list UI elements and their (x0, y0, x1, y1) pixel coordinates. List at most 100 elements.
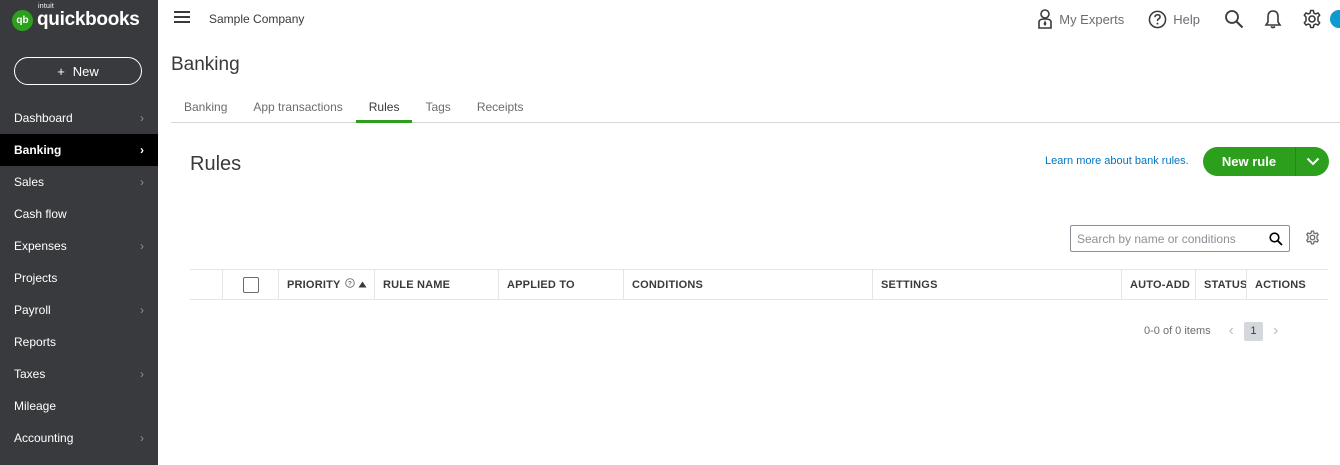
company-name: Sample Company (209, 12, 305, 26)
chevron-right-icon: › (140, 175, 144, 189)
column-header-priority[interactable]: PRIORITY? (278, 270, 374, 299)
gear-icon (1303, 9, 1321, 29)
avatar[interactable] (1330, 10, 1340, 28)
page-title: Banking (171, 54, 240, 75)
sidebar-item-label: Sales (14, 175, 45, 189)
quickbooks-logo-icon: qb (12, 9, 33, 31)
search-button[interactable] (1224, 9, 1244, 29)
rules-search (1070, 225, 1290, 252)
svg-text:?: ? (347, 280, 351, 287)
sidebar-item-label: Projects (14, 271, 58, 285)
sidebar-item-label: Expenses (14, 239, 67, 253)
quickbooks-logo[interactable]: qb intuit quickbooks (12, 3, 140, 32)
sidebar-nav: Dashboard › Banking › Sales › Cash flow Expense… (0, 102, 158, 454)
column-header-status[interactable]: STATUS (1195, 270, 1248, 299)
column-header-auto-add[interactable]: AUTO-ADD (1121, 270, 1195, 299)
new-button[interactable]: + New (14, 57, 142, 85)
search-input[interactable] (1077, 231, 1262, 246)
chevron-right-icon[interactable]: › (1273, 322, 1278, 340)
sidebar-item-reports[interactable]: Reports (0, 326, 158, 358)
column-header-applied-to[interactable]: APPLIED TO (498, 270, 623, 299)
banking-tabs: Banking App transactions Rules Tags Receipts (171, 94, 1340, 123)
brand-name: quickbooks (37, 9, 140, 30)
info-icon[interactable]: ? (341, 278, 355, 291)
chevron-down-icon (1306, 157, 1319, 166)
help-label: Help (1173, 11, 1200, 27)
sort-ascending-icon (355, 279, 367, 291)
chevron-right-icon: › (140, 111, 144, 125)
settings-button[interactable] (1302, 9, 1322, 29)
new-rule-split-button: New rule (1203, 147, 1329, 176)
chevron-right-icon: › (140, 367, 144, 381)
chevron-right-icon: › (140, 143, 144, 157)
column-header-rule-name[interactable]: RULE NAME (374, 270, 498, 299)
search-icon[interactable] (1269, 231, 1283, 246)
column-header-conditions[interactable]: CONDITIONS (623, 270, 872, 299)
learn-more-link[interactable]: Learn more about bank rules. (1045, 155, 1189, 167)
tab-tags[interactable]: Tags (412, 94, 463, 122)
column-header-label: STATUS (1204, 278, 1248, 291)
tab-receipts[interactable]: Receipts (464, 94, 537, 122)
sidebar-item-label: Taxes (14, 367, 46, 381)
column-header-label: APPLIED TO (507, 278, 575, 291)
chevron-right-icon: › (140, 303, 144, 317)
bell-icon (1264, 10, 1282, 29)
drag-column (190, 270, 222, 299)
column-header-label: PRIORITY (287, 278, 341, 291)
new-rule-dropdown[interactable] (1296, 157, 1329, 166)
new-rule-button[interactable]: New rule (1203, 154, 1295, 169)
sidebar-item-dashboard[interactable]: Dashboard › (0, 102, 158, 134)
sidebar-item-taxes[interactable]: Taxes › (0, 358, 158, 390)
rules-table-header: PRIORITY? RULE NAME APPLIED TO CONDITIONS SE… (190, 269, 1328, 300)
tab-app-transactions[interactable]: App transactions (240, 94, 355, 122)
pagination: 0-0 of 0 items ‹ 1 › (1144, 320, 1278, 342)
column-header-label: SETTINGS (881, 278, 938, 291)
chevron-right-icon: › (140, 431, 144, 445)
help-button[interactable]: Help (1148, 10, 1200, 29)
column-header-actions[interactable]: ACTIONS (1246, 270, 1328, 299)
gear-icon (1306, 230, 1319, 245)
sidebar-item-accounting[interactable]: Accounting › (0, 422, 158, 454)
sidebar-item-projects[interactable]: Projects (0, 262, 158, 294)
sidebar-item-payroll[interactable]: Payroll › (0, 294, 158, 326)
chevron-left-icon[interactable]: ‹ (1229, 322, 1234, 340)
sidebar-item-label: Accounting (14, 431, 74, 445)
column-header-label: CONDITIONS (632, 278, 704, 291)
sidebar-item-cash-flow[interactable]: Cash flow (0, 198, 158, 230)
tab-banking[interactable]: Banking (171, 94, 240, 122)
sidebar-item-label: Cash flow (14, 207, 67, 221)
new-button-label: New (72, 63, 99, 79)
select-all-checkbox[interactable] (243, 276, 259, 293)
my-experts-button[interactable]: My Experts (1037, 9, 1124, 29)
hamburger-menu-icon[interactable] (174, 11, 190, 23)
sidebar-item-label: Reports (14, 335, 57, 349)
sidebar-item-expenses[interactable]: Expenses › (0, 230, 158, 262)
top-bar: Sample Company My Experts Help (158, 0, 1340, 38)
sidebar-item-label: Payroll (14, 303, 51, 317)
plus-icon: + (57, 63, 65, 79)
sidebar-item-label: Mileage (14, 399, 57, 413)
sidebar-item-label: Banking (14, 143, 62, 157)
my-experts-label: My Experts (1059, 11, 1125, 27)
column-header-settings[interactable]: SETTINGS (872, 270, 1121, 299)
sidebar: qb intuit quickbooks + New Dashboard › Ban… (0, 0, 158, 465)
search-icon (1225, 10, 1244, 29)
expert-person-icon (1038, 9, 1053, 29)
rules-title: Rules (190, 153, 242, 175)
column-header-label: AUTO-ADD (1130, 278, 1191, 291)
pagination-count: 0-0 of 0 items (1144, 325, 1211, 337)
notifications-button[interactable] (1264, 9, 1282, 29)
sidebar-item-sales[interactable]: Sales › (0, 166, 158, 198)
column-header-label: ACTIONS (1255, 278, 1306, 291)
table-settings-button[interactable] (1305, 230, 1320, 250)
tab-rules[interactable]: Rules (355, 94, 413, 123)
sidebar-item-mileage[interactable]: Mileage (0, 390, 158, 422)
column-header-label: RULE NAME (383, 278, 451, 291)
help-circle-icon (1148, 10, 1167, 28)
page-number[interactable]: 1 (1243, 321, 1263, 341)
select-all-column (222, 270, 278, 299)
sidebar-item-label: Dashboard (14, 111, 73, 125)
sidebar-item-banking[interactable]: Banking › (0, 134, 158, 166)
chevron-right-icon: › (140, 239, 144, 253)
intuit-label: intuit (38, 3, 54, 10)
